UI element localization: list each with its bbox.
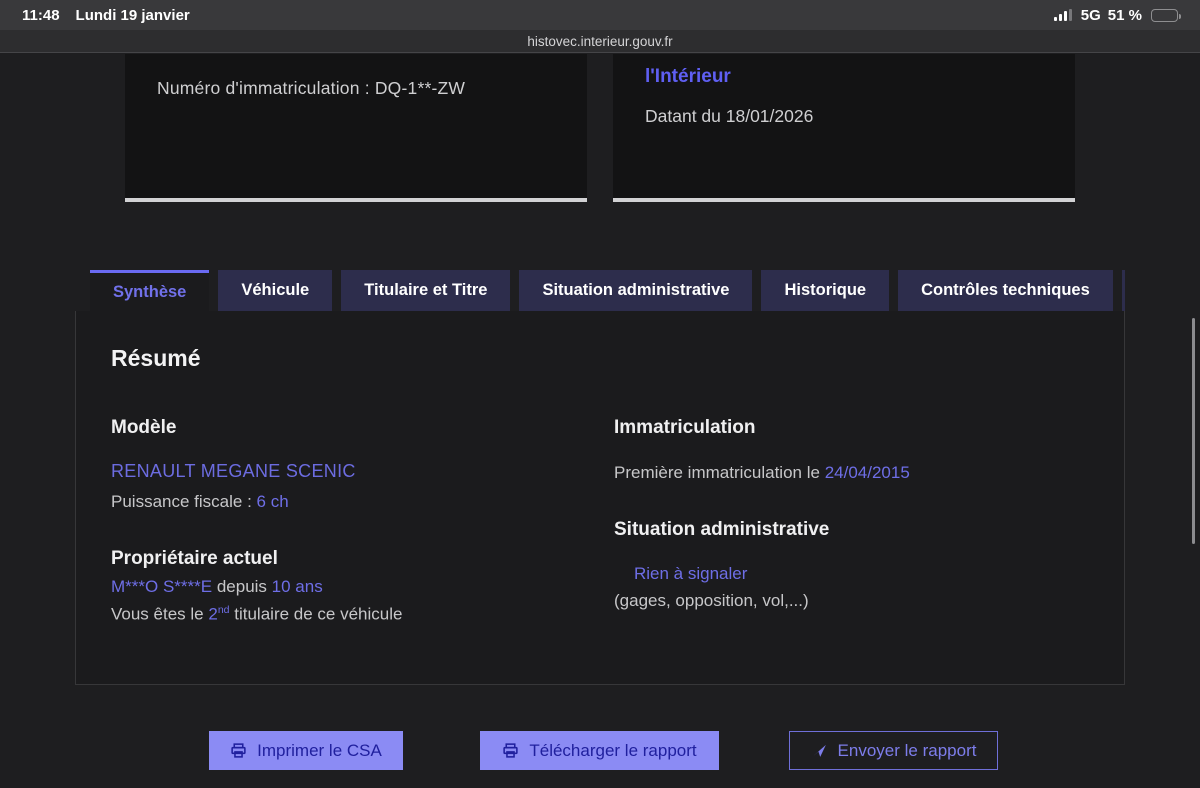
status-bar: 11:48 Lundi 19 janvier 5G 51 % [0, 0, 1200, 30]
owner-heading: Propriétaire actuel [111, 548, 278, 569]
model-heading: Modèle [111, 417, 177, 438]
synthese-panel: Résumé Modèle RENAULT MEGANE SCENIC Puis… [75, 311, 1125, 685]
tab-kilometrage[interactable]: Kilométrage [1121, 270, 1125, 311]
first-registration-label: Première immatriculation le [614, 463, 825, 482]
first-registration-date: 24/04/2015 [824, 463, 910, 482]
send-report-button[interactable]: Envoyer le rapport [789, 731, 998, 770]
print-csa-button[interactable]: Imprimer le CSA [209, 731, 403, 770]
browser-url-bar[interactable]: histovec.interieur.gouv.fr [0, 30, 1200, 53]
tab-vehicule[interactable]: Véhicule [218, 270, 333, 311]
download-report-label: Télécharger le rapport [529, 740, 697, 760]
owner-line: M***O S****E depuis 10 ans [111, 577, 323, 597]
first-registration-line: Première immatriculation le 24/04/2015 [614, 463, 910, 483]
network-type-label: 5G [1080, 6, 1101, 24]
situation-status-link[interactable]: Rien à signaler [634, 564, 747, 584]
scrollbar-thumb[interactable] [1192, 318, 1195, 544]
download-icon [502, 742, 519, 759]
panel-title: Résumé [111, 345, 201, 371]
card-registration: Numéro d'immatriculation : DQ-1**-ZW [125, 54, 587, 202]
screen: 11:48 Lundi 19 janvier 5G 51 % histovec.… [0, 0, 1200, 788]
situation-heading: Situation administrative [614, 519, 830, 540]
situation-note: (gages, opposition, vol,...) [614, 591, 809, 610]
send-icon [811, 742, 828, 759]
owner-name: M***O S****E [111, 577, 213, 596]
owner-rank-number: 2 [208, 604, 218, 624]
page-content: Numéro d'immatriculation : DQ-1**-ZW l'I… [0, 54, 1200, 788]
card-report-origin: l'Intérieur Datant du 18/01/2026 [613, 54, 1075, 202]
clock-label: 11:48 [22, 6, 60, 24]
cellular-signal-icon [1053, 9, 1072, 21]
owner-since-label: depuis [212, 577, 272, 596]
owner-rank-rest: titulaire de ce véhicule [229, 604, 403, 624]
registration-heading: Immatriculation [614, 417, 756, 438]
battery-percent-label: 51 % [1107, 6, 1142, 24]
owner-rank-prefix: Vous êtes le [111, 604, 209, 624]
tab-situation-administrative[interactable]: Situation administrative [519, 270, 753, 311]
owner-rank-line: Vous êtes le 2nd titulaire de ce véhicul… [111, 604, 402, 625]
fiscal-power-label: Puissance fiscale : [111, 492, 257, 511]
model-name-link: RENAULT MEGANE SCENIC [111, 461, 356, 481]
tab-controles-techniques[interactable]: Contrôles techniques [898, 270, 1113, 311]
report-date-text: Datant du 18/01/2026 [645, 106, 814, 126]
tab-synthese[interactable]: Synthèse [90, 270, 210, 311]
report-tabs: Synthèse Véhicule Titulaire et Titre Sit… [90, 270, 1125, 311]
fiscal-power-value: 6 ch [256, 492, 289, 511]
send-report-label: Envoyer le rapport [837, 740, 977, 760]
tab-titulaire-et-titre[interactable]: Titulaire et Titre [341, 270, 511, 311]
owner-since-value: 10 ans [271, 577, 323, 596]
print-csa-label: Imprimer le CSA [257, 740, 382, 760]
url-text: histovec.interieur.gouv.fr [527, 33, 673, 49]
download-report-button[interactable]: Télécharger le rapport [480, 731, 719, 770]
tab-historique[interactable]: Historique [761, 270, 890, 311]
date-label: Lundi 19 janvier [75, 6, 190, 24]
fiscal-power-line: Puissance fiscale : 6 ch [111, 492, 289, 512]
registration-number-text: Numéro d'immatriculation : DQ-1**-ZW [157, 78, 466, 98]
battery-icon [1151, 8, 1181, 22]
owner-rank-ordinal: nd [217, 604, 230, 616]
printer-icon [230, 742, 247, 759]
interieur-link[interactable]: l'Intérieur [645, 66, 1043, 88]
